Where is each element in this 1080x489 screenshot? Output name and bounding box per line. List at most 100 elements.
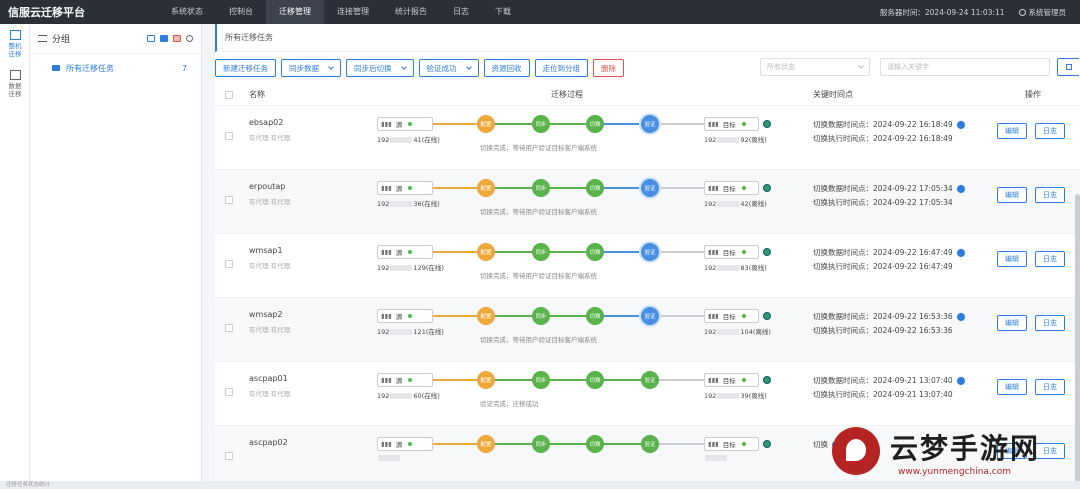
move-group-button[interactable]: 走位到分组 [534,59,588,77]
release-resources-button[interactable]: 资源回收 [483,59,530,77]
step-verify[interactable]: 验证 [641,179,659,197]
nav-connection-management[interactable]: 连接管理 [324,0,382,24]
target-node[interactable]: ▮▮▮ 目标 [704,437,759,451]
step-sync[interactable]: 同步 [532,307,550,325]
log-button[interactable]: 日志 [1035,187,1065,203]
edit-button[interactable]: 编辑 [997,251,1027,267]
source-node[interactable]: ▮▮▮ 源 [377,117,433,131]
table-row: ebsap02 有代理:有代理 ▮▮▮ 源 192 41(在线) 配置 同步 切换… [215,106,1080,170]
breadcrumb: 所有迁移任务 [215,24,1080,52]
row-checkbox[interactable] [225,196,233,204]
nav-system-status[interactable]: 系统状态 [158,0,216,24]
cloud-platform-icon [763,184,771,192]
new-task-button[interactable]: 新建迁移任务 [215,59,276,77]
step-sync[interactable]: 同步 [532,115,550,133]
status-filter-select[interactable]: 所有状态 [760,58,870,76]
search-input[interactable]: 请输入关键字 [880,58,1050,76]
source-node[interactable]: ▮▮▮ 源 [377,181,433,195]
row-checkbox[interactable] [225,260,233,268]
step-sync[interactable]: 同步 [532,371,550,389]
target-node[interactable]: ▮▮▮ 目标 [704,309,759,323]
step-sync[interactable]: 同步 [532,179,550,197]
task-name[interactable]: ebsap02 [249,118,283,127]
group-item-all-tasks[interactable]: 所有迁移任务 7 [30,57,201,79]
info-icon[interactable] [956,377,965,385]
step-switch[interactable]: 切换 [586,243,604,261]
step-sync[interactable]: 同步 [532,435,550,453]
info-icon[interactable] [956,185,965,193]
log-button[interactable]: 日志 [1035,123,1065,139]
nav-migration-management[interactable]: 迁移管理 [266,0,324,24]
task-name[interactable]: ascpap02 [249,438,288,447]
source-node[interactable]: ▮▮▮ 源 [377,373,433,387]
step-switch[interactable]: 切换 [586,179,604,197]
step-verify[interactable]: 验证 [641,307,659,325]
nav-console[interactable]: 控制台 [216,0,266,24]
step-config[interactable]: 配置 [477,435,495,453]
row-checkbox[interactable] [225,324,233,332]
info-icon[interactable] [956,249,965,257]
task-name[interactable]: ascpap01 [249,374,288,383]
delete-button[interactable]: 删除 [593,59,624,77]
edit-folder-icon[interactable] [160,35,168,42]
column-settings-button[interactable] [1057,58,1079,76]
step-config[interactable]: 配置 [477,243,495,261]
edit-button[interactable]: 编辑 [997,379,1027,395]
target-node[interactable]: ▮▮▮ 目标 [704,117,759,131]
step-sync[interactable]: 同步 [532,243,550,261]
step-switch[interactable]: 切换 [586,435,604,453]
step-verify[interactable]: 验证 [641,371,659,389]
nav-download[interactable]: 下载 [482,0,524,24]
add-folder-icon[interactable] [147,35,155,42]
server-bars-icon: ▮▮▮ [381,440,392,448]
edit-button[interactable]: 编辑 [997,187,1027,203]
verify-success-dropdown[interactable]: 验证成功 [418,59,479,77]
ip-prefix: 192 [704,392,717,400]
sync-data-dropdown[interactable]: 同步数据 [281,59,341,77]
server-bars-icon: ▮▮▮ [381,312,392,320]
rail-whole-machine-migration[interactable]: 整机迁移 [0,24,30,64]
edit-button[interactable]: 编辑 [997,123,1027,139]
ip-suffix: 41(在线) [413,136,440,144]
row-checkbox[interactable] [225,132,233,140]
step-config[interactable]: 配置 [477,307,495,325]
target-node[interactable]: ▮▮▮ 目标 [704,373,759,387]
nav-logs[interactable]: 日志 [440,0,482,24]
log-button[interactable]: 日志 [1035,251,1065,267]
rail-data-migration[interactable]: 数据迁移 [0,64,30,104]
search-icon[interactable] [186,35,193,42]
source-node[interactable]: ▮▮▮ 源 [377,245,433,259]
step-switch[interactable]: 切换 [586,307,604,325]
source-node[interactable]: ▮▮▮ 源 [377,309,433,323]
info-icon[interactable] [956,313,965,321]
ip-mask [705,455,727,461]
log-button[interactable]: 日志 [1035,379,1065,395]
step-switch[interactable]: 切换 [586,115,604,133]
task-name[interactable]: wmsap1 [249,246,283,255]
step-config[interactable]: 配置 [477,371,495,389]
select-all-checkbox[interactable] [225,91,233,99]
nav-statistics-report[interactable]: 统计报告 [382,0,440,24]
step-verify[interactable]: 验证 [641,115,659,133]
task-name[interactable]: erpoutap [249,182,285,191]
delete-folder-icon[interactable] [173,35,181,42]
source-node[interactable]: ▮▮▮ 源 [377,437,433,451]
log-button[interactable]: 日志 [1035,315,1065,331]
switch-after-sync-dropdown[interactable]: 同步后切换 [346,59,414,77]
online-dot-icon [741,186,746,190]
target-node[interactable]: ▮▮▮ 目标 [704,181,759,195]
table-row: erpoutap 有代理:有代理 ▮▮▮ 源 192 36(在线) 配置 同步 切… [215,170,1080,234]
row-checkbox[interactable] [225,452,233,460]
step-verify[interactable]: 验证 [641,435,659,453]
step-config[interactable]: 配置 [477,115,495,133]
info-icon[interactable] [956,121,965,129]
step-config[interactable]: 配置 [477,179,495,197]
task-name[interactable]: wmsap2 [249,310,283,319]
step-verify[interactable]: 验证 [641,243,659,261]
target-node[interactable]: ▮▮▮ 目标 [704,245,759,259]
edit-button[interactable]: 编辑 [997,315,1027,331]
step-switch[interactable]: 切换 [586,371,604,389]
task-agent-status: 有代理:有代理 [249,198,291,206]
user-menu[interactable]: 系统管理员 [1018,7,1066,18]
row-checkbox[interactable] [225,388,233,396]
